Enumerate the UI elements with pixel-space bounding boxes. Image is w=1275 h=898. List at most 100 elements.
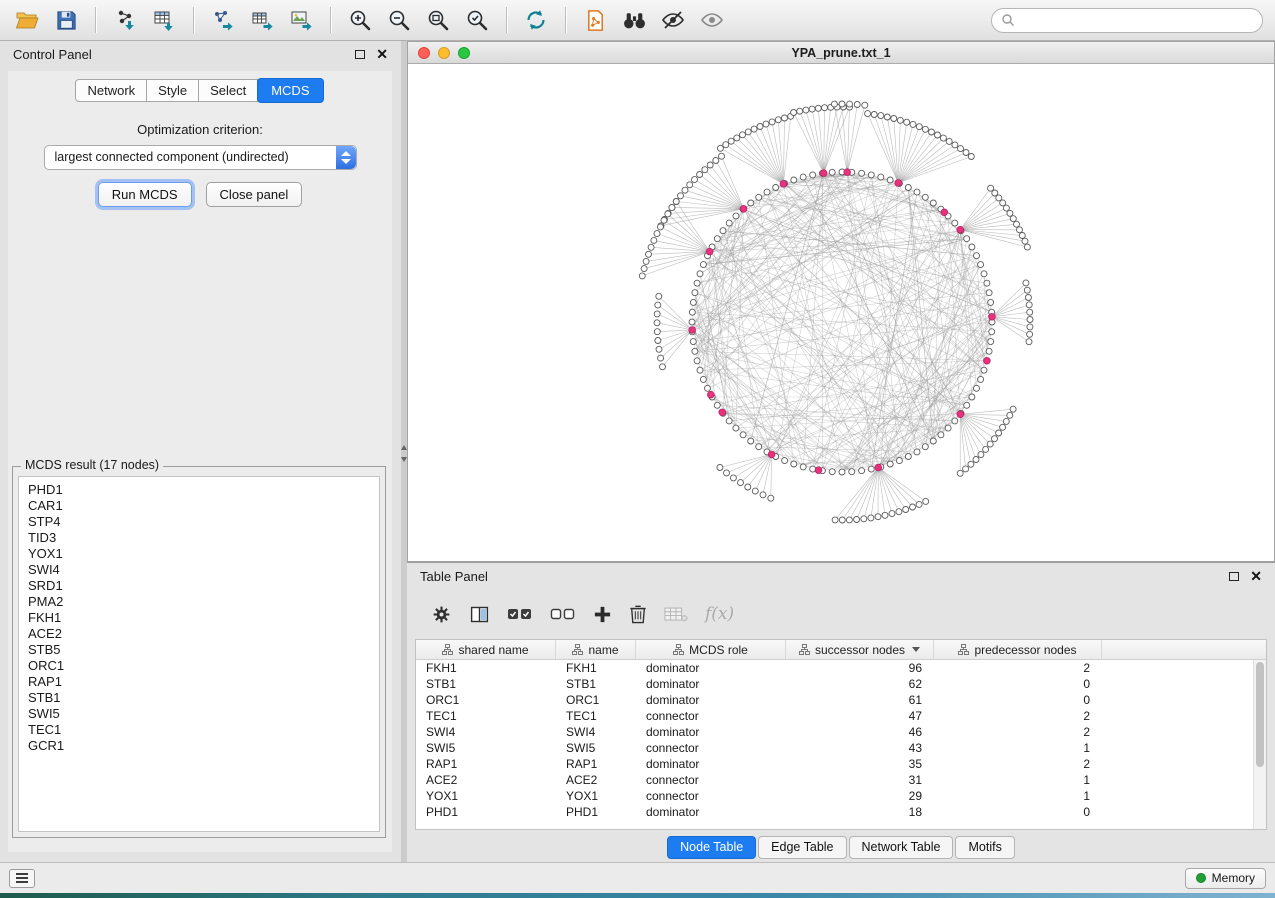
table-row[interactable]: STB1STB1dominator620 [416, 676, 1253, 692]
mcds-result-list[interactable]: PHD1CAR1STP4TID3YOX1SWI4SRD1PMA2FKH1ACE2… [18, 476, 380, 832]
memory-button[interactable]: Memory [1185, 868, 1266, 889]
search-network-button[interactable] [619, 5, 649, 35]
cell-mcds_role[interactable]: dominator [636, 676, 786, 692]
table-row[interactable]: SWI5SWI5connector431 [416, 740, 1253, 756]
cell-shared_name[interactable]: SWI4 [416, 724, 556, 740]
sort-chevron-icon[interactable] [912, 647, 920, 652]
network-window-titlebar[interactable]: YPA_prune.txt_1 [408, 42, 1274, 64]
cell-name[interactable]: SWI4 [556, 724, 636, 740]
tab-network[interactable]: Network [75, 79, 147, 102]
cell-shared_name[interactable]: SWI5 [416, 740, 556, 756]
criterion-dropdown[interactable]: largest connected component (undirected) [44, 145, 357, 170]
close-window-icon[interactable] [418, 47, 430, 59]
cell-shared_name[interactable]: YOX1 [416, 788, 556, 804]
cell-shared_name[interactable]: TEC1 [416, 708, 556, 724]
function-builder-button[interactable]: f(x) [705, 604, 734, 624]
run-mcds-button[interactable]: Run MCDS [98, 182, 192, 207]
cell-successor_nodes[interactable]: 18 [786, 804, 934, 820]
cell-predecessor_nodes[interactable]: 0 [934, 692, 1102, 708]
table-row[interactable]: SWI4SWI4dominator462 [416, 724, 1253, 740]
cell-successor_nodes[interactable]: 61 [786, 692, 934, 708]
export-network-button[interactable] [208, 5, 238, 35]
zoom-out-button[interactable] [384, 5, 414, 35]
mcds-result-item[interactable]: PHD1 [28, 482, 379, 498]
tab-mcds[interactable]: MCDS [257, 78, 323, 103]
cell-predecessor_nodes[interactable]: 0 [934, 804, 1102, 820]
cell-mcds_role[interactable]: connector [636, 772, 786, 788]
tab-edge-table[interactable]: Edge Table [758, 836, 846, 859]
column-header-shared-name[interactable]: shared name [416, 640, 556, 659]
mcds-result-item[interactable]: STB1 [28, 690, 379, 706]
cell-name[interactable]: ORC1 [556, 692, 636, 708]
mcds-result-item[interactable]: TEC1 [28, 722, 379, 738]
cell-shared_name[interactable]: PHD1 [416, 804, 556, 820]
cell-shared_name[interactable]: FKH1 [416, 660, 556, 676]
table-row[interactable]: RAP1RAP1dominator352 [416, 756, 1253, 772]
zoom-selected-button[interactable] [462, 5, 492, 35]
tab-motifs[interactable]: Motifs [955, 836, 1014, 859]
export-table-button[interactable] [247, 5, 277, 35]
cell-name[interactable]: STB1 [556, 676, 636, 692]
tab-network-table[interactable]: Network Table [849, 836, 954, 859]
mcds-result-item[interactable]: SRD1 [28, 578, 379, 594]
cell-mcds_role[interactable]: dominator [636, 724, 786, 740]
close-panel-button[interactable]: Close panel [206, 182, 303, 207]
cell-mcds_role[interactable]: dominator [636, 804, 786, 820]
cell-name[interactable]: PHD1 [556, 804, 636, 820]
mcds-result-item[interactable]: FKH1 [28, 610, 379, 626]
save-session-button[interactable] [51, 5, 81, 35]
cell-shared_name[interactable]: ORC1 [416, 692, 556, 708]
open-session-button[interactable] [12, 5, 42, 35]
table-scrollbar[interactable] [1253, 660, 1266, 829]
cell-successor_nodes[interactable]: 62 [786, 676, 934, 692]
import-network-button[interactable] [110, 5, 140, 35]
table-scrollbar-thumb[interactable] [1256, 662, 1264, 767]
close-panel-icon[interactable]: ✕ [376, 49, 388, 59]
export-image-button[interactable] [286, 5, 316, 35]
search-input[interactable] [1021, 13, 1253, 27]
table-row[interactable]: YOX1YOX1connector291 [416, 788, 1253, 804]
cell-name[interactable]: ACE2 [556, 772, 636, 788]
cell-successor_nodes[interactable]: 47 [786, 708, 934, 724]
cell-shared_name[interactable]: RAP1 [416, 756, 556, 772]
import-table-button[interactable] [149, 5, 179, 35]
cell-mcds_role[interactable]: connector [636, 708, 786, 724]
cell-name[interactable]: RAP1 [556, 756, 636, 772]
network-search-box[interactable] [991, 8, 1263, 33]
column-header-predecessor-nodes[interactable]: predecessor nodes [934, 640, 1102, 659]
minimize-window-icon[interactable] [438, 47, 450, 59]
cell-mcds_role[interactable]: dominator [636, 692, 786, 708]
table-row[interactable]: ACE2ACE2connector311 [416, 772, 1253, 788]
cell-predecessor_nodes[interactable]: 1 [934, 772, 1102, 788]
tab-select[interactable]: Select [198, 79, 258, 102]
table-row[interactable]: PHD1PHD1dominator180 [416, 804, 1253, 820]
show-columns-button[interactable] [469, 604, 490, 625]
add-column-button[interactable] [593, 605, 612, 624]
cell-mcds_role[interactable]: connector [636, 788, 786, 804]
cell-name[interactable]: FKH1 [556, 660, 636, 676]
select-all-columns-button[interactable] [507, 606, 533, 622]
mcds-result-item[interactable]: GCR1 [28, 738, 379, 754]
mcds-result-item[interactable]: YOX1 [28, 546, 379, 562]
cell-predecessor_nodes[interactable]: 2 [934, 708, 1102, 724]
cell-name[interactable]: SWI5 [556, 740, 636, 756]
column-header-successor-nodes[interactable]: successor nodes [786, 640, 934, 659]
mcds-result-item[interactable]: SWI5 [28, 706, 379, 722]
float-panel-icon[interactable] [355, 50, 365, 59]
maximize-window-icon[interactable] [458, 47, 470, 59]
network-graph-svg[interactable] [408, 64, 1274, 561]
cell-predecessor_nodes[interactable]: 0 [934, 676, 1102, 692]
cell-shared_name[interactable]: ACE2 [416, 772, 556, 788]
unselect-all-columns-button[interactable] [550, 606, 576, 622]
mcds-result-item[interactable]: RAP1 [28, 674, 379, 690]
tab-node-table[interactable]: Node Table [667, 836, 756, 859]
cell-name[interactable]: TEC1 [556, 708, 636, 724]
column-header-MCDS-role[interactable]: MCDS role [636, 640, 786, 659]
table-settings-button[interactable] [431, 604, 452, 625]
mcds-result-item[interactable]: TID3 [28, 530, 379, 546]
mcds-result-item[interactable]: CAR1 [28, 498, 379, 514]
cell-mcds_role[interactable]: connector [636, 740, 786, 756]
cell-predecessor_nodes[interactable]: 1 [934, 740, 1102, 756]
table-row[interactable]: FKH1FKH1dominator962 [416, 660, 1253, 676]
cell-predecessor_nodes[interactable]: 2 [934, 756, 1102, 772]
